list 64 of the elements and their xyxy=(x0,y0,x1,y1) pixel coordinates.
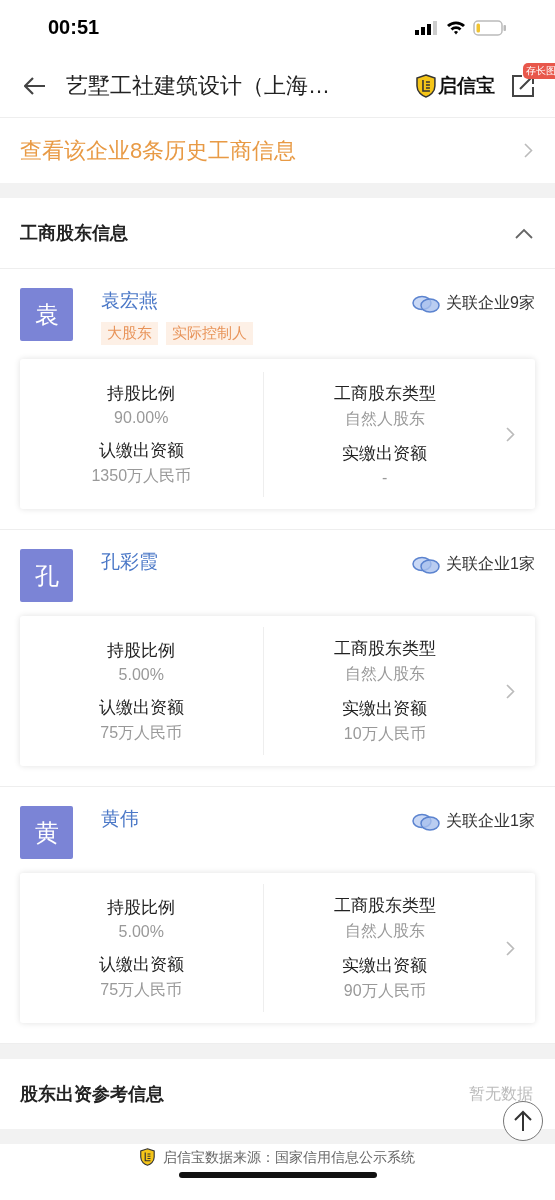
battery-icon xyxy=(473,19,507,36)
scroll-to-top-button[interactable] xyxy=(503,1101,543,1141)
chevron-right-icon[interactable] xyxy=(506,683,515,699)
field-value: 90.00% xyxy=(114,408,169,427)
brand-shield-icon xyxy=(416,74,436,98)
wifi-icon xyxy=(446,20,466,35)
field-value: 自然人股东 xyxy=(344,408,425,429)
linked-circles-icon xyxy=(412,812,441,831)
field-label: 实缴出资额 xyxy=(342,698,428,720)
field-label: 认缴出资额 xyxy=(98,439,184,462)
field-label: 持股比例 xyxy=(107,639,176,662)
field-value: 90万人民币 xyxy=(343,981,426,1001)
data-source-text: 启信宝数据来源：国家信用信息公示系统 xyxy=(162,1148,415,1166)
arrow-up-icon xyxy=(514,1110,532,1132)
shareholding-card[interactable]: 持股比例 5.00% 认缴出资额 75万人民币 工商股东类型 自然人股东 实缴出资额 10万人民币 xyxy=(20,616,535,766)
brand-shield-icon xyxy=(140,1148,155,1166)
brand-name: 启信宝 xyxy=(438,74,495,98)
field-label: 认缴出资额 xyxy=(98,953,184,976)
field-value: 75万人民币 xyxy=(100,979,183,1000)
chevron-right-icon[interactable] xyxy=(524,143,533,158)
save-image-badge[interactable]: 存长图 xyxy=(523,63,555,79)
empty-state-text: 暂无数据 xyxy=(469,1083,533,1104)
home-indicator[interactable] xyxy=(178,1172,377,1178)
tag: 大股东 xyxy=(101,322,158,345)
avatar: 孔 xyxy=(20,549,73,602)
field-value: 75万人民币 xyxy=(100,722,183,743)
share-icon[interactable] xyxy=(511,74,535,98)
field-value: 5.00% xyxy=(118,922,164,941)
shareholder-name[interactable]: 孔彩霞 xyxy=(101,549,158,575)
status-time: 00:51 xyxy=(48,16,100,39)
field-value: 自然人股东 xyxy=(344,664,425,684)
field-value: - xyxy=(382,468,388,487)
linked-circles-icon xyxy=(412,294,441,313)
shareholder-name[interactable]: 黄伟 xyxy=(101,806,139,832)
signal-icon xyxy=(415,20,439,35)
field-value: 自然人股东 xyxy=(344,921,425,941)
related-companies[interactable]: 关联企业9家 xyxy=(446,293,535,314)
section-title: 工商股东信息 xyxy=(20,222,128,245)
shareholding-card[interactable]: 持股比例 5.00% 认缴出资额 75万人民币 工商股东类型 自然人股东 实缴出资额 90万人民币 xyxy=(20,873,535,1023)
section-title: 股东出资参考信息 xyxy=(20,1083,164,1106)
field-label: 认缴出资额 xyxy=(98,696,184,719)
chevron-icon[interactable] xyxy=(515,227,533,239)
field-label: 实缴出资额 xyxy=(342,955,428,977)
avatar: 袁 xyxy=(20,288,73,341)
field-label: 工商股东类型 xyxy=(333,382,436,405)
shareholding-card[interactable]: 持股比例 90.00% 认缴出资额 1350万人民币 工商股东类型 自然人股东 实缴出资额 - xyxy=(20,359,535,509)
linked-circles-icon xyxy=(412,555,441,574)
field-value: 10万人民币 xyxy=(343,724,426,744)
field-label: 持股比例 xyxy=(107,382,176,405)
field-value: 1350万人民币 xyxy=(91,465,192,486)
chevron-right-icon[interactable] xyxy=(506,426,515,442)
tag: 实际控制人 xyxy=(166,322,253,345)
chevron-right-icon[interactable] xyxy=(506,940,515,956)
field-value: 5.00% xyxy=(118,665,164,684)
related-companies[interactable]: 关联企业1家 xyxy=(446,554,535,575)
back-icon[interactable] xyxy=(24,77,46,95)
field-label: 工商股东类型 xyxy=(333,895,436,917)
field-label: 实缴出资额 xyxy=(342,442,428,465)
field-label: 工商股东类型 xyxy=(333,638,436,660)
field-label: 持股比例 xyxy=(107,896,176,919)
page-title: 艺墅工社建筑设计（上海… xyxy=(66,72,331,100)
avatar: 黄 xyxy=(20,806,73,859)
shareholder-name[interactable]: 袁宏燕 xyxy=(101,288,158,314)
related-companies[interactable]: 关联企业1家 xyxy=(446,811,535,832)
